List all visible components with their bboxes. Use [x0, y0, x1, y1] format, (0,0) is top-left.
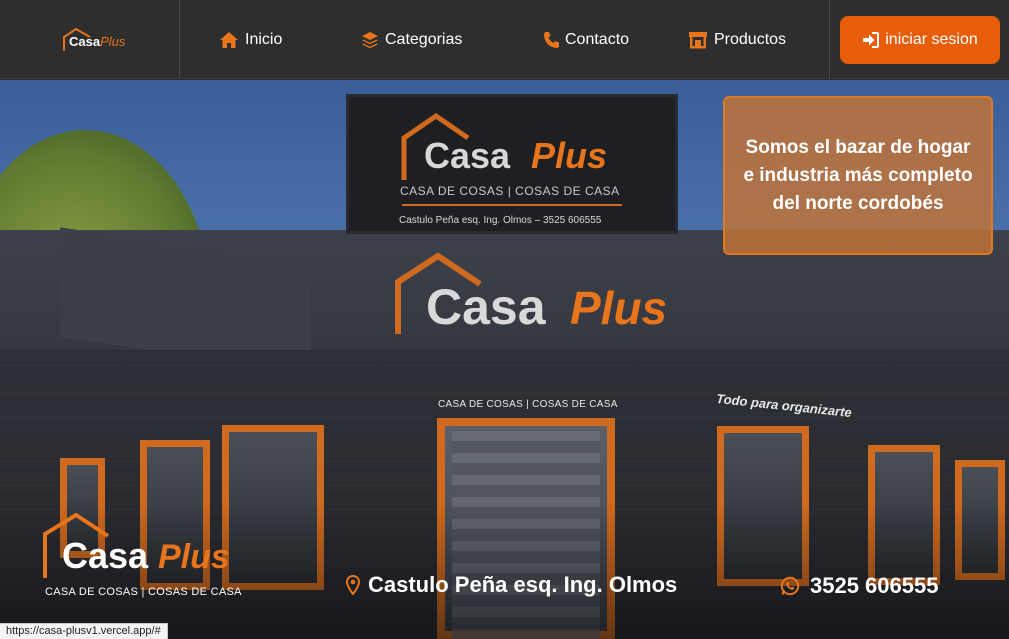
facade-tagline: CASA DE COSAS | COSAS DE CASA [438, 399, 618, 410]
footer-logo: Casa Plus [43, 512, 230, 578]
footer-logo-tagline: CASA DE COSAS | COSAS DE CASA [45, 586, 242, 598]
building-sign-logo: Casa Plus [395, 252, 667, 335]
layers-icon [362, 32, 378, 49]
store-phone[interactable]: 3525 606555 [780, 573, 938, 599]
brand-name: CasaPlus [69, 34, 126, 49]
nav-categorias-label: Categorias [385, 31, 463, 48]
brand-logo-link[interactable]: CasaPlus [0, 0, 180, 79]
sign-in-icon [863, 32, 880, 48]
slogan-text: Somos el bazar de hogar e industria más … [743, 136, 973, 214]
svg-text:Casa: Casa [424, 135, 511, 176]
home-icon [220, 32, 238, 48]
nav-contacto-label: Contacto [565, 31, 630, 48]
slogan-box: Somos el bazar de hogar e industria más … [723, 96, 993, 255]
nav-contacto[interactable]: Contacto [543, 28, 629, 52]
rooftop-sign-address: Castulo Peña esq. Ing. Olmos – 3525 6065… [399, 215, 602, 226]
map-pin-icon [346, 575, 360, 595]
svg-text:Casa: Casa [62, 535, 149, 576]
svg-text:Casa: Casa [426, 279, 547, 335]
rooftop-sign-divider [402, 204, 622, 206]
rooftop-sign-logo: Casa Plus [401, 112, 607, 180]
svg-text:Plus: Plus [570, 282, 667, 334]
store-address: Castulo Peña esq. Ing. Olmos [346, 572, 677, 598]
store-address-text: Castulo Peña esq. Ing. Olmos [368, 572, 678, 597]
nav-divider [829, 0, 830, 79]
phone-icon [544, 32, 559, 48]
store-icon [689, 32, 707, 49]
whatsapp-icon [780, 576, 800, 596]
top-navbar: CasaPlus Inicio Categorias Contacto Prod… [0, 0, 1009, 79]
store-phone-text: 3525 606555 [810, 573, 939, 598]
nav-productos-label: Productos [714, 31, 787, 48]
nav-productos[interactable]: Productos [688, 28, 786, 52]
login-button[interactable]: iniciar sesion [840, 16, 1000, 64]
rooftop-sign-tagline: CASA DE COSAS | COSAS DE CASA [400, 184, 620, 198]
svg-text:Plus: Plus [158, 538, 230, 576]
nav-inicio-label: Inicio [245, 31, 283, 48]
nav-inicio[interactable]: Inicio [219, 28, 282, 52]
nav-categorias[interactable]: Categorias [361, 28, 462, 52]
login-button-label: iniciar sesion [885, 31, 978, 48]
status-bar-url: https://casa-plusv1.vercel.app/# [0, 623, 168, 639]
svg-text:Plus: Plus [531, 135, 607, 176]
